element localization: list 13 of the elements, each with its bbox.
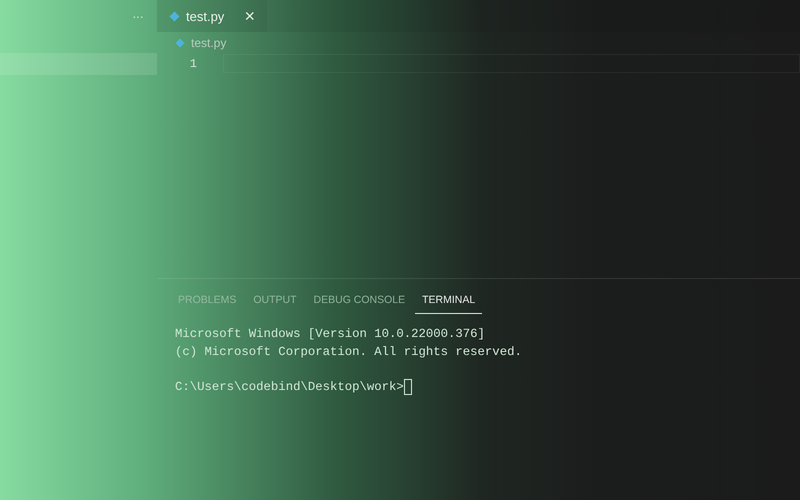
- python-file-icon: [175, 38, 185, 48]
- tab-label: test.py: [186, 8, 224, 24]
- panel-tab[interactable]: OUTPUT: [246, 279, 304, 314]
- line-number: 1: [188, 56, 197, 70]
- editor-tab[interactable]: test.py ×: [157, 0, 267, 32]
- terminal-output-line: (c) Microsoft Corporation. All rights reserved.: [175, 344, 523, 361]
- terminal-output-line: Microsoft Windows [Version 10.0.22000.376]: [175, 326, 486, 343]
- panel-tab[interactable]: TERMINAL: [415, 279, 482, 314]
- breadcrumb-item[interactable]: test.py: [191, 36, 226, 50]
- python-file-icon: [169, 10, 180, 22]
- panel-tab[interactable]: DEBUG CONSOLE: [306, 279, 412, 314]
- terminal-cursor: [404, 379, 412, 395]
- terminal-prompt: C:\Users\codebind\Desktop\work>: [175, 379, 404, 396]
